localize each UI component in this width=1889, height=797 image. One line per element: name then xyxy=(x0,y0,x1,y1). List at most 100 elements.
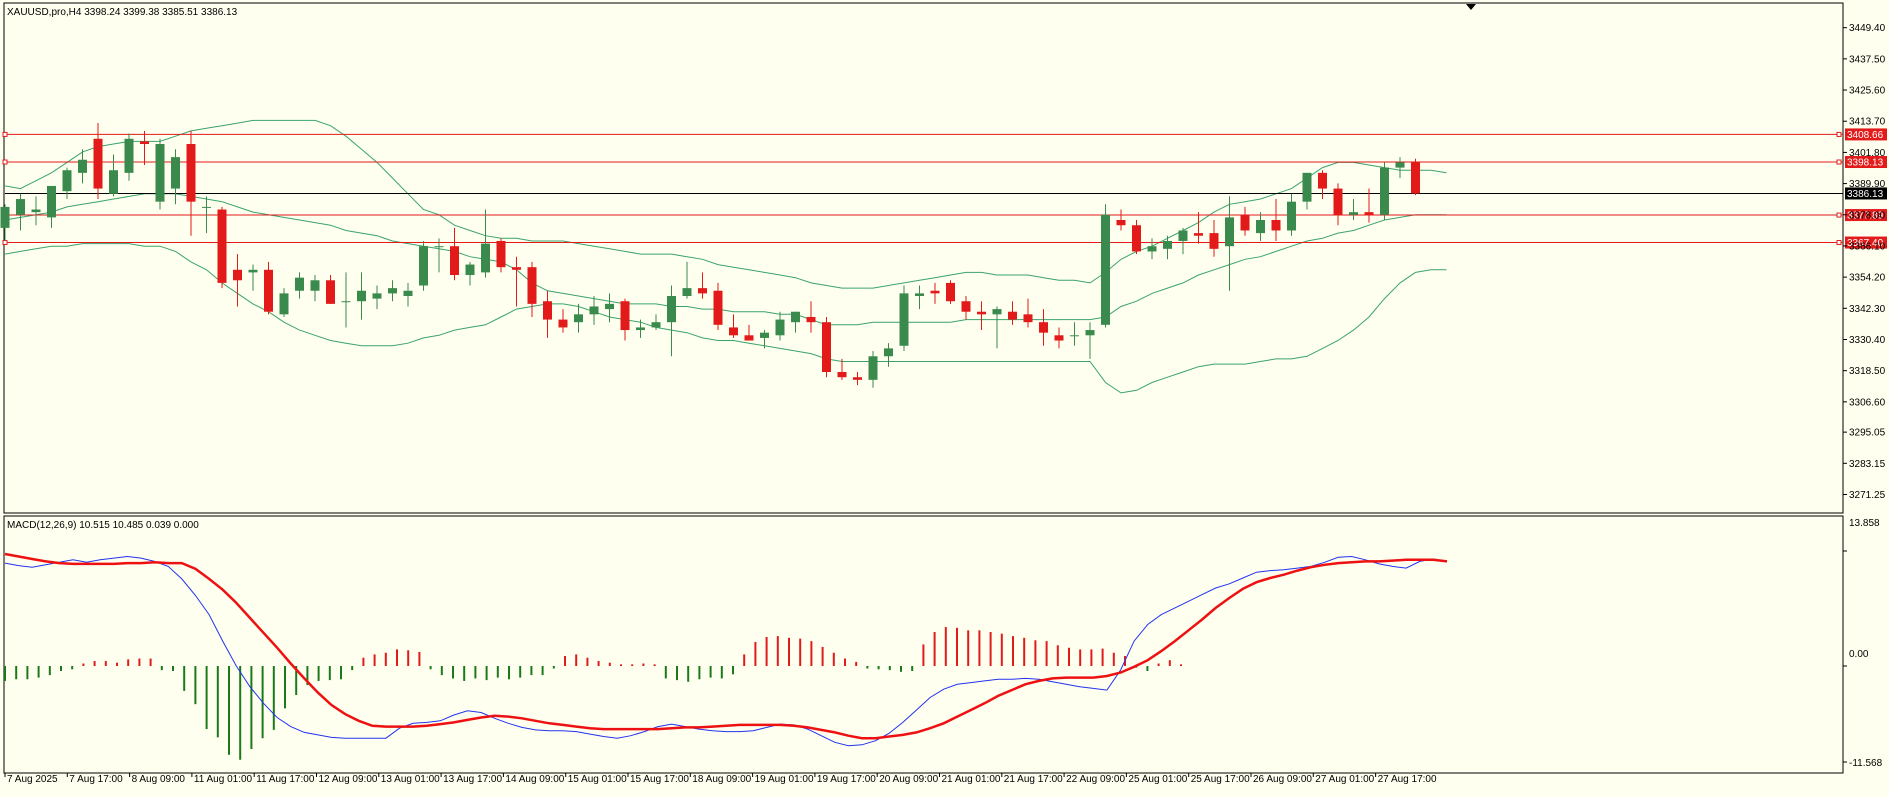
price-tick-label: 3271.25 xyxy=(1849,490,1886,501)
candle-bull xyxy=(403,290,413,296)
candle-bull xyxy=(310,280,320,291)
price-tick-label: 3389.90 xyxy=(1849,179,1886,190)
time-tick-label: 11 Aug 17:00 xyxy=(256,774,315,785)
time-tick-label: 25 Aug 17:00 xyxy=(1191,774,1250,785)
candle-bull xyxy=(31,209,41,213)
candle-bear xyxy=(1411,161,1420,194)
candle-bear xyxy=(264,269,273,312)
candle-bear xyxy=(450,246,459,276)
candle-bull xyxy=(279,293,289,315)
candle-bear xyxy=(140,141,149,145)
candle-bear xyxy=(729,327,738,336)
candle-bull xyxy=(341,301,351,303)
price-tick-label: 3449.40 xyxy=(1849,23,1886,34)
candle-bull xyxy=(1302,172,1312,202)
candle-bear xyxy=(217,209,227,283)
price-tick-label: 3283.15 xyxy=(1849,459,1886,470)
time-tick-label: 26 Aug 09:00 xyxy=(1253,774,1312,785)
candle-bear xyxy=(527,267,537,304)
candle-bear xyxy=(93,138,103,189)
candle-bear xyxy=(1132,225,1141,252)
price-tick-label: 3413.70 xyxy=(1849,117,1886,128)
horizontal-line-handle-right[interactable] xyxy=(1836,159,1842,165)
candle-bull xyxy=(357,290,366,302)
time-tick-label: 21 Aug 01:00 xyxy=(942,774,1001,785)
time-tick-label: 27 Aug 17:00 xyxy=(1378,774,1437,785)
time-tick-label: 27 Aug 01:00 xyxy=(1315,774,1374,785)
main-panel-header: XAUUSD,pro,H4 3398.24 3399.38 3385.51 33… xyxy=(7,7,238,18)
candle-bull xyxy=(434,246,444,248)
time-tick-label: 7 Aug 2025 xyxy=(7,774,58,785)
time-tick-label: 18 Aug 09:00 xyxy=(692,774,751,785)
candle-bull xyxy=(295,277,304,291)
candle-bull xyxy=(1147,246,1157,252)
horizontal-line-handle-left[interactable] xyxy=(2,240,8,246)
candle-bear xyxy=(620,301,630,331)
candle-bear xyxy=(1023,314,1033,323)
candle-bull xyxy=(1163,240,1172,249)
candle-bull xyxy=(589,306,599,315)
candle-bull xyxy=(760,332,769,338)
candle-bull xyxy=(47,185,56,218)
horizontal-line-handle-left[interactable] xyxy=(2,131,8,137)
time-tick-label: 11 Aug 01:00 xyxy=(194,774,253,785)
chart-background xyxy=(0,0,1889,792)
price-tick-label: 3354.20 xyxy=(1849,273,1886,284)
candle-bull xyxy=(791,311,800,323)
candle-bear xyxy=(806,316,816,323)
candle-bull xyxy=(651,322,661,328)
price-tick-label: 3437.50 xyxy=(1849,54,1886,65)
time-tick-label: 13 Aug 01:00 xyxy=(381,774,440,785)
time-tick-label: 19 Aug 17:00 xyxy=(817,774,876,785)
candle-bull xyxy=(419,246,428,286)
price-tick-label: 3306.60 xyxy=(1849,397,1886,408)
candle-bull xyxy=(78,159,87,173)
candle-bear xyxy=(543,301,552,320)
candle-bear xyxy=(558,319,568,328)
candle-bear xyxy=(1240,214,1250,231)
candle-bull xyxy=(605,303,614,310)
price-tick-label: 3378.00 xyxy=(1849,210,1886,221)
candle-bear xyxy=(233,269,242,281)
time-tick-label: 19 Aug 01:00 xyxy=(755,774,814,785)
chart-window[interactable]: 3408.66 3398.13 3377.89 3367.40 3386.13 3449… xyxy=(0,0,1889,792)
candle-bear xyxy=(853,377,862,380)
candle-bull xyxy=(372,293,382,299)
candle-bull xyxy=(1101,214,1110,325)
price-tick-label: 3342.30 xyxy=(1849,304,1886,315)
candle-bull xyxy=(109,170,118,194)
macd-max-label: 13.858 xyxy=(1849,518,1880,529)
candle-bear xyxy=(326,280,335,304)
candle-bull xyxy=(248,269,258,273)
candle-bear xyxy=(930,290,940,294)
candle-bear xyxy=(946,282,955,302)
candle-bull xyxy=(1178,230,1188,241)
chart-svg[interactable]: 3408.663398.133377.893367.403386.13 3449… xyxy=(0,0,1889,792)
price-tick-label: 3330.40 xyxy=(1849,335,1886,346)
horizontal-line-price-label: 3398.13 xyxy=(1847,158,1884,169)
candle-bear xyxy=(1008,311,1017,320)
time-axis: 7 Aug 2025 7 Aug 17:00 8 Aug 09:00 11 Aug 0… xyxy=(4,773,1437,785)
price-tick-label: 3366.10 xyxy=(1849,241,1886,252)
candle-bear xyxy=(186,144,196,202)
candle-bull xyxy=(171,157,180,189)
time-tick-label: 21 Aug 17:00 xyxy=(1004,774,1063,785)
time-tick-label: 12 Aug 09:00 xyxy=(319,774,378,785)
candle-bull xyxy=(62,170,72,192)
horizontal-line-handle-right[interactable] xyxy=(1836,131,1842,137)
candle-bull xyxy=(1287,201,1296,231)
candle-bull xyxy=(915,293,924,296)
horizontal-line-handle-right[interactable] xyxy=(1836,212,1842,218)
candle-bull xyxy=(1070,335,1079,337)
candle-bull xyxy=(1085,330,1095,336)
candle-bear xyxy=(1194,233,1203,236)
candle-bull xyxy=(1256,220,1265,234)
horizontal-line-handle-right[interactable] xyxy=(1836,240,1842,246)
candle-bull xyxy=(388,288,397,294)
candle-bear xyxy=(1271,220,1281,231)
candle-bull xyxy=(992,309,1002,315)
time-tick-label: 8 Aug 09:00 xyxy=(132,774,186,785)
time-tick-label: 22 Aug 09:00 xyxy=(1066,774,1125,785)
horizontal-line-handle-left[interactable] xyxy=(2,159,8,165)
macd-panel-header: MACD(12,26,9) 10.515 10.485 0.039 0.000 xyxy=(7,520,199,531)
